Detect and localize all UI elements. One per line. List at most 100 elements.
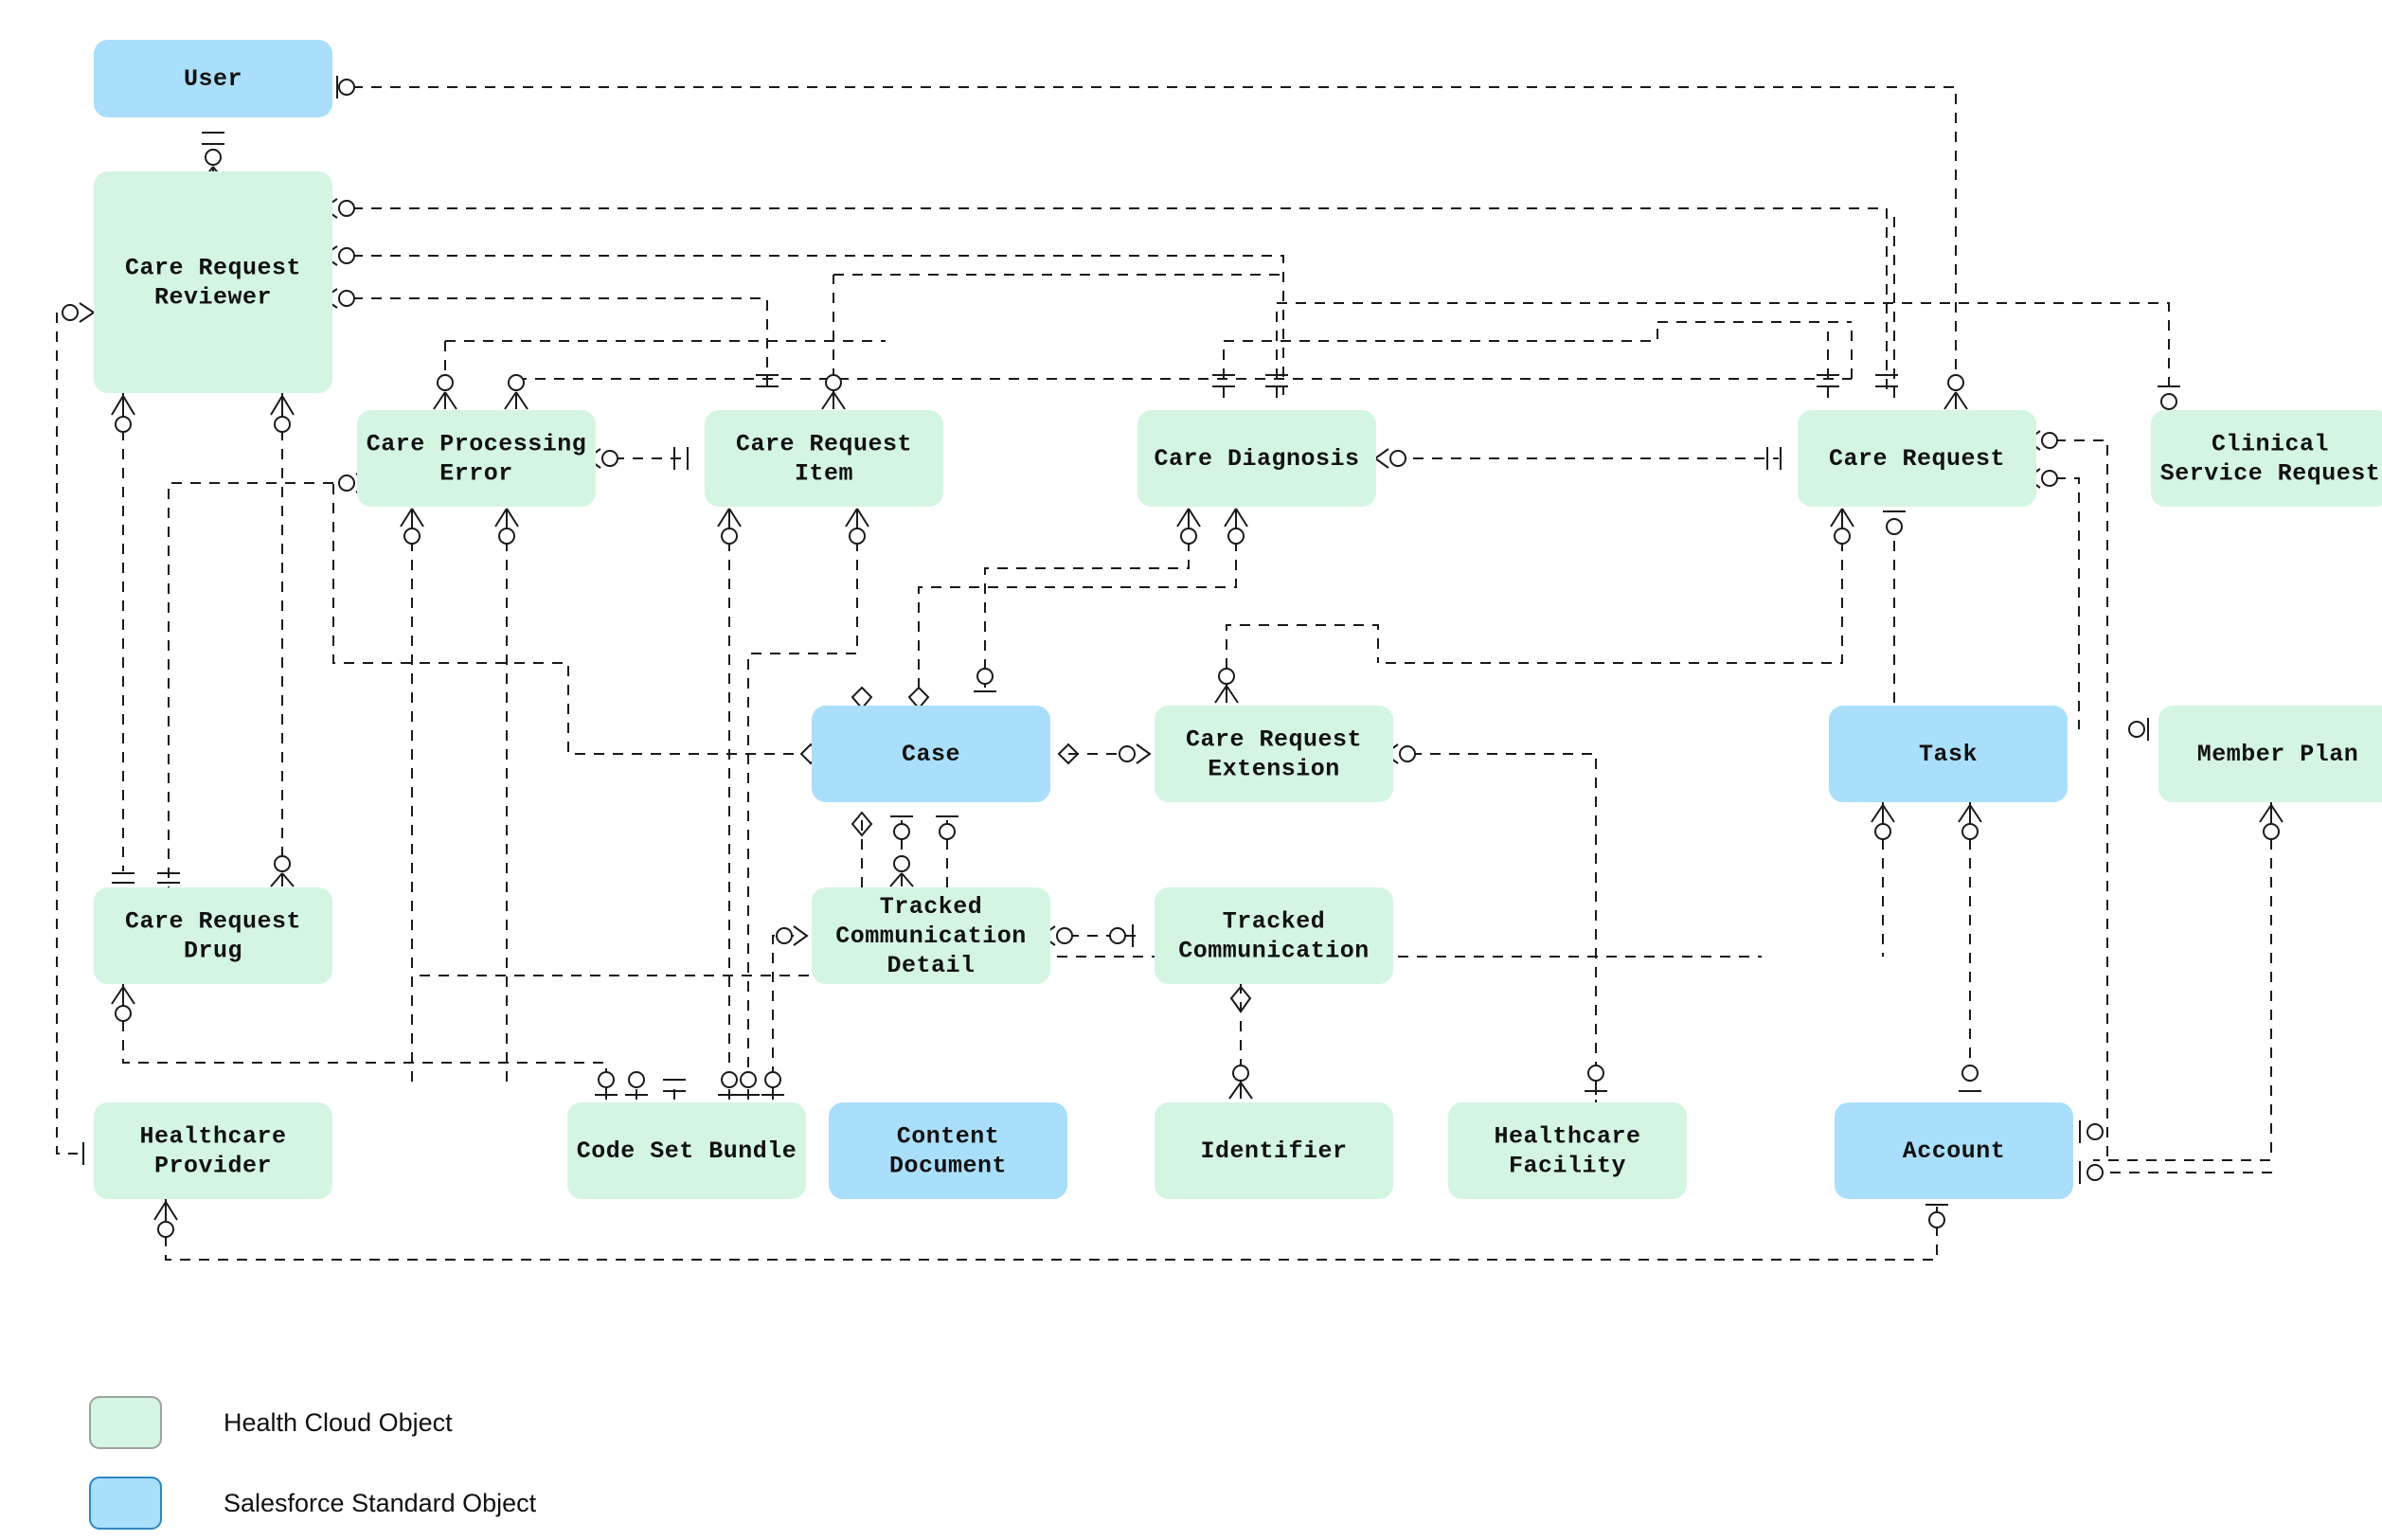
entity-cd[interactable]: Care Diagnosis [1137, 410, 1376, 507]
entity-label: Care Request [1829, 445, 2005, 473]
sym-zero [403, 528, 421, 545]
link-tcd-left [772, 935, 794, 1089]
sym-one-one [82, 1142, 96, 1165]
entity-hp[interactable]: Healthcare Provider [94, 1102, 332, 1199]
link-crd-bot [122, 983, 607, 1089]
entity-cre[interactable]: Care Request Extension [1155, 706, 1393, 802]
sym-zero [764, 1071, 781, 1088]
legend-salesforce-std: Salesforce Standard Object [89, 1477, 537, 1530]
entity-tc[interactable]: Tracked Communication [1155, 887, 1393, 984]
sym-many [717, 508, 742, 528]
sym-zero [2263, 823, 2280, 840]
entity-box[interactable] [829, 1102, 1067, 1199]
link-cd-top-a [1223, 322, 1658, 398]
legend-salesforce-std-label: Salesforce Standard Object [224, 1489, 537, 1517]
entity-box[interactable] [94, 171, 332, 393]
link-crr-c [352, 297, 768, 395]
entity-acct[interactable]: Account [1835, 1102, 2073, 1199]
sym-zero [1961, 823, 1979, 840]
sym-zero [1180, 528, 1197, 545]
entity-box[interactable] [357, 410, 596, 507]
sym-many [1214, 685, 1239, 704]
sym-one-one [112, 872, 134, 884]
legend: Health Cloud Object Salesforce Standard O… [89, 1396, 537, 1530]
link-cpe-left [168, 482, 333, 888]
sym-many [153, 1201, 178, 1221]
entity-box[interactable] [2151, 410, 2382, 507]
entity-box[interactable] [94, 887, 332, 984]
sym-many [494, 508, 519, 528]
entity-user[interactable]: User [94, 40, 332, 117]
sym-zero [1947, 374, 1964, 391]
legend-health-cloud-label: Health Cloud Object [224, 1408, 453, 1437]
sym-zero [893, 855, 910, 872]
sym-zero [1961, 1065, 1979, 1082]
sym-zero [1119, 745, 1136, 762]
sym-zero [1587, 1065, 1604, 1082]
sym-zero [1389, 450, 1406, 467]
entity-tcd[interactable]: Tracked Communication Detail [812, 887, 1050, 984]
sym-zero [2086, 1164, 2104, 1181]
entity-box[interactable] [94, 1102, 332, 1199]
link-crr-a [352, 207, 1888, 395]
entity-label: Care Diagnosis [1154, 445, 1359, 473]
link-cri-bot-b [747, 522, 858, 1089]
link-case-bot-a [417, 820, 863, 976]
sym-aggregation-diamond [851, 686, 873, 710]
entity-label: Code Set Bundle [577, 1137, 797, 1165]
sym-many [1228, 1082, 1253, 1100]
sym-many [1176, 508, 1201, 528]
entity-mp[interactable]: Member Plan [2158, 706, 2382, 802]
sym-many [1136, 743, 1152, 764]
entity-cdoc[interactable]: Content Document [829, 1102, 1067, 1199]
sym-zero [437, 374, 454, 391]
link-cre-right [1411, 753, 1597, 1103]
sym-many [793, 925, 809, 946]
entity-case[interactable]: Case [812, 706, 1050, 802]
sym-zero [1834, 528, 1851, 545]
entity-cpe[interactable]: Care Processing Error [357, 410, 596, 507]
entity-label: Task [1919, 741, 1978, 768]
entity-csr[interactable]: Clinical Service Request [2151, 410, 2382, 507]
entity-label: Identifier [1200, 1137, 1347, 1165]
link-crr-b [352, 255, 1284, 395]
sym-zero [274, 855, 291, 872]
sym-zero [849, 528, 866, 545]
sym-zero [2041, 470, 2058, 487]
entity-box[interactable] [1448, 1102, 1687, 1199]
sym-zero [2041, 432, 2058, 449]
sym-zero [338, 247, 355, 264]
entity-ident[interactable]: Identifier [1155, 1102, 1393, 1199]
entity-cri[interactable]: Care Request Item [705, 410, 943, 507]
sym-many [1224, 508, 1248, 528]
entity-task[interactable]: Task [1829, 706, 2068, 802]
sym-aggregation-diamond [907, 686, 930, 710]
sym-many [845, 508, 869, 528]
entity-cr[interactable]: Care Request [1798, 410, 2036, 507]
entity-csb[interactable]: Code Set Bundle [567, 1102, 806, 1199]
sym-zero [776, 927, 793, 944]
sym-many [433, 391, 457, 410]
sym-one-one [202, 132, 224, 145]
sym-zero [1227, 528, 1245, 545]
sym-many [111, 986, 135, 1005]
link-cd-bot-a [984, 522, 1190, 688]
sym-zero [721, 528, 738, 545]
entity-label: User [184, 65, 242, 93]
entity-label: Case [902, 741, 960, 768]
entity-box[interactable] [1155, 706, 1393, 802]
entity-crr[interactable]: Care Request Reviewer [94, 171, 332, 393]
sym-many [111, 395, 135, 416]
link-cr-bot-a [1378, 522, 1843, 664]
sym-zero [976, 668, 994, 685]
sym-zero [62, 304, 79, 321]
entity-box[interactable] [705, 410, 943, 507]
entity-box[interactable] [1155, 887, 1393, 984]
sym-zero [157, 1221, 174, 1238]
sym-many [79, 302, 96, 323]
entity-crd[interactable]: Care Request Drug [94, 887, 332, 984]
sym-zero [825, 374, 842, 391]
link-cd-top-b [1276, 302, 2170, 398]
entity-hf[interactable]: Healthcare Facility [1448, 1102, 1687, 1199]
cardinality-symbol-layer [62, 76, 2283, 1238]
